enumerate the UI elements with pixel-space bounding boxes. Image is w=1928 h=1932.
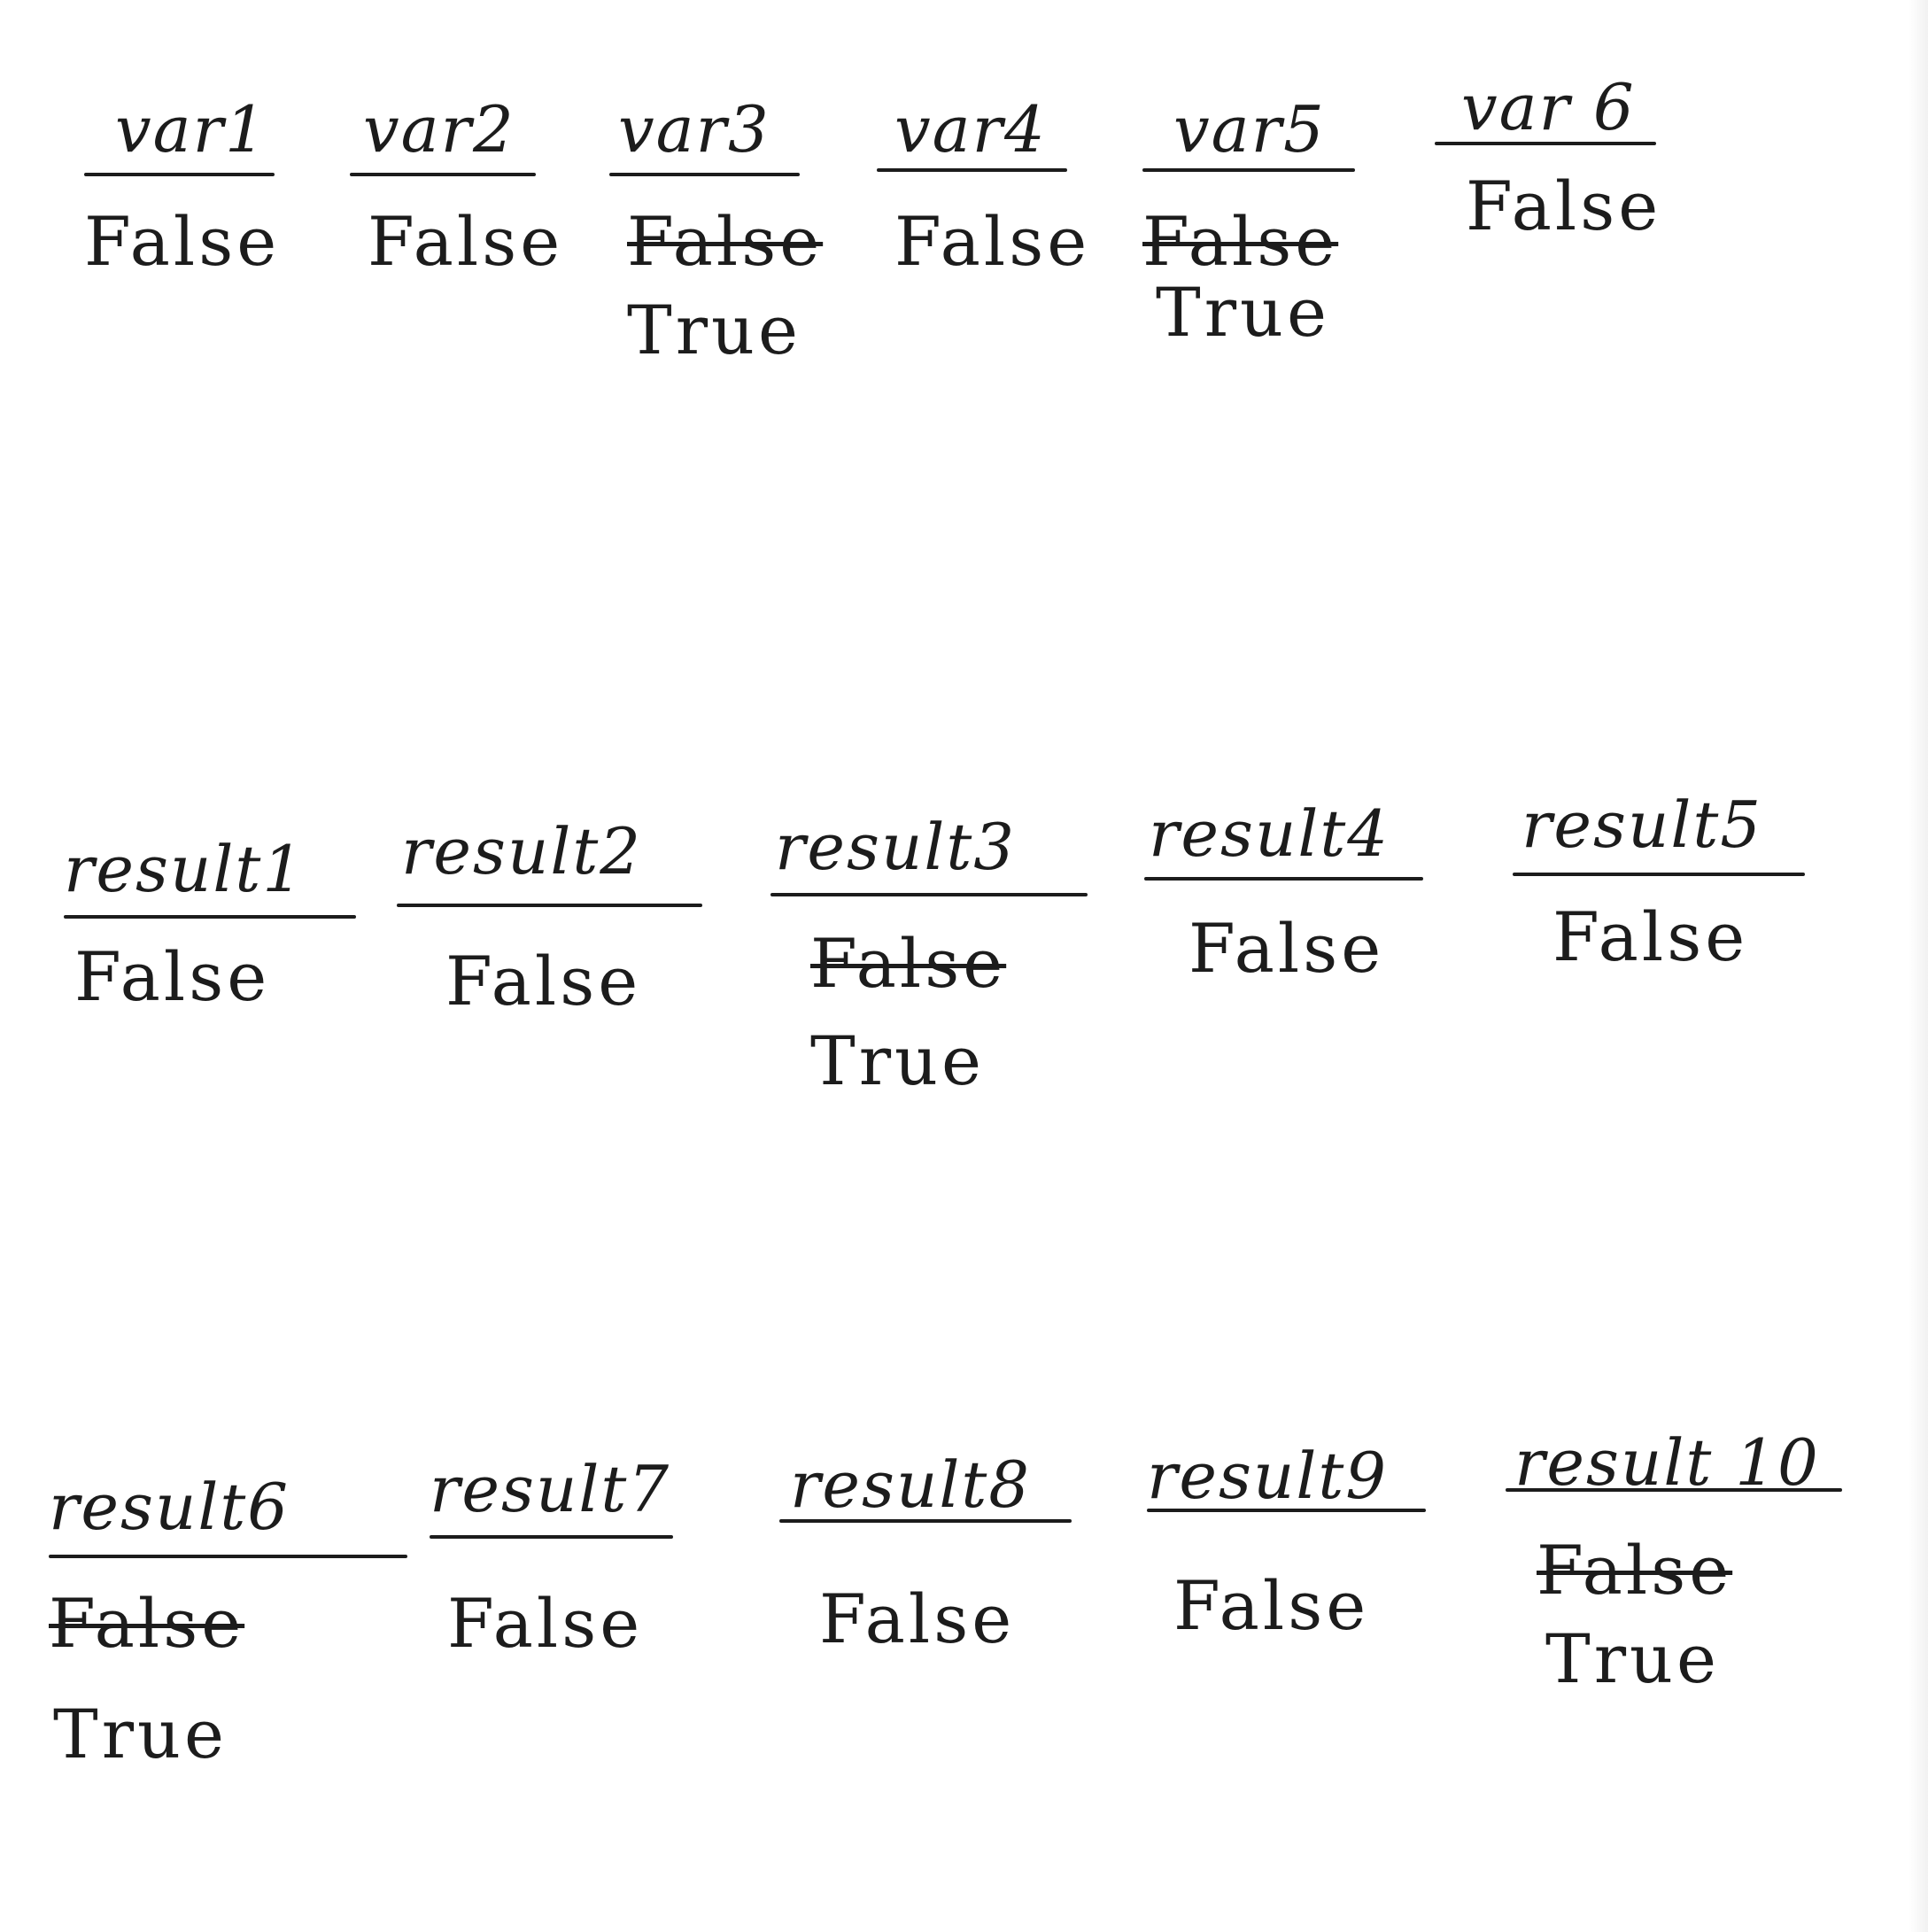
result6-label: result6 (49, 1470, 290, 1544)
result6-value: True (53, 1695, 228, 1773)
result7-label: result7 (430, 1452, 671, 1526)
var2-underline (350, 173, 536, 176)
var6-label: var 6 (1461, 70, 1636, 144)
result10-label: result 10 (1514, 1425, 1820, 1500)
result8-label: result8 (790, 1447, 1032, 1522)
var3-label: var3 (618, 92, 770, 167)
var4-underline (877, 168, 1067, 172)
var6-value: False (1466, 167, 1662, 245)
result9-underline (1147, 1509, 1426, 1512)
var5-label: var5 (1173, 92, 1326, 167)
var2-value: False (368, 202, 564, 281)
result6-crossed-value: False (49, 1584, 245, 1663)
result2-value: False (445, 942, 642, 1020)
result7-value: False (447, 1584, 644, 1663)
result1-value: False (74, 937, 271, 1016)
result2-label: result2 (401, 814, 643, 888)
result2-underline (397, 904, 702, 907)
paper-edge-shadow (1909, 0, 1928, 1932)
result10-value: True (1545, 1619, 1720, 1698)
var5-underline (1142, 168, 1355, 172)
result3-value: True (810, 1021, 985, 1100)
result4-underline (1144, 877, 1423, 881)
var5-crossed-value: False (1142, 202, 1339, 281)
var3-crossed-value: False (627, 202, 824, 281)
result3-crossed-value: False (810, 924, 1007, 1003)
var1-value: False (84, 202, 281, 281)
var5-value: True (1156, 273, 1330, 352)
var3-value: True (627, 291, 801, 369)
result4-label: result4 (1149, 796, 1390, 871)
result3-label: result3 (775, 810, 1017, 884)
result6-underline (49, 1555, 407, 1558)
var6-underline (1435, 142, 1656, 145)
var4-value: False (894, 202, 1091, 281)
result5-underline (1513, 873, 1805, 876)
result4-value: False (1189, 909, 1385, 988)
result10-underline (1506, 1488, 1842, 1492)
var3-underline (609, 173, 800, 176)
result8-underline (779, 1519, 1072, 1523)
result10-crossed-value: False (1537, 1531, 1733, 1610)
var2-label: var2 (363, 92, 515, 167)
result9-label: result9 (1147, 1439, 1389, 1513)
var1-label: var1 (115, 92, 267, 167)
result9-value: False (1173, 1566, 1370, 1645)
var1-underline (84, 173, 275, 176)
result1-label: result1 (64, 832, 306, 906)
var4-label: var4 (894, 92, 1047, 167)
result1-underline (64, 915, 356, 919)
result5-value: False (1552, 897, 1749, 976)
result8-value: False (819, 1579, 1016, 1658)
result3-underline (770, 893, 1088, 896)
result7-underline (430, 1535, 673, 1539)
handwritten-sheet: var1 False var2 False var3 False True va… (0, 0, 1928, 1932)
result5-label: result5 (1521, 788, 1763, 862)
